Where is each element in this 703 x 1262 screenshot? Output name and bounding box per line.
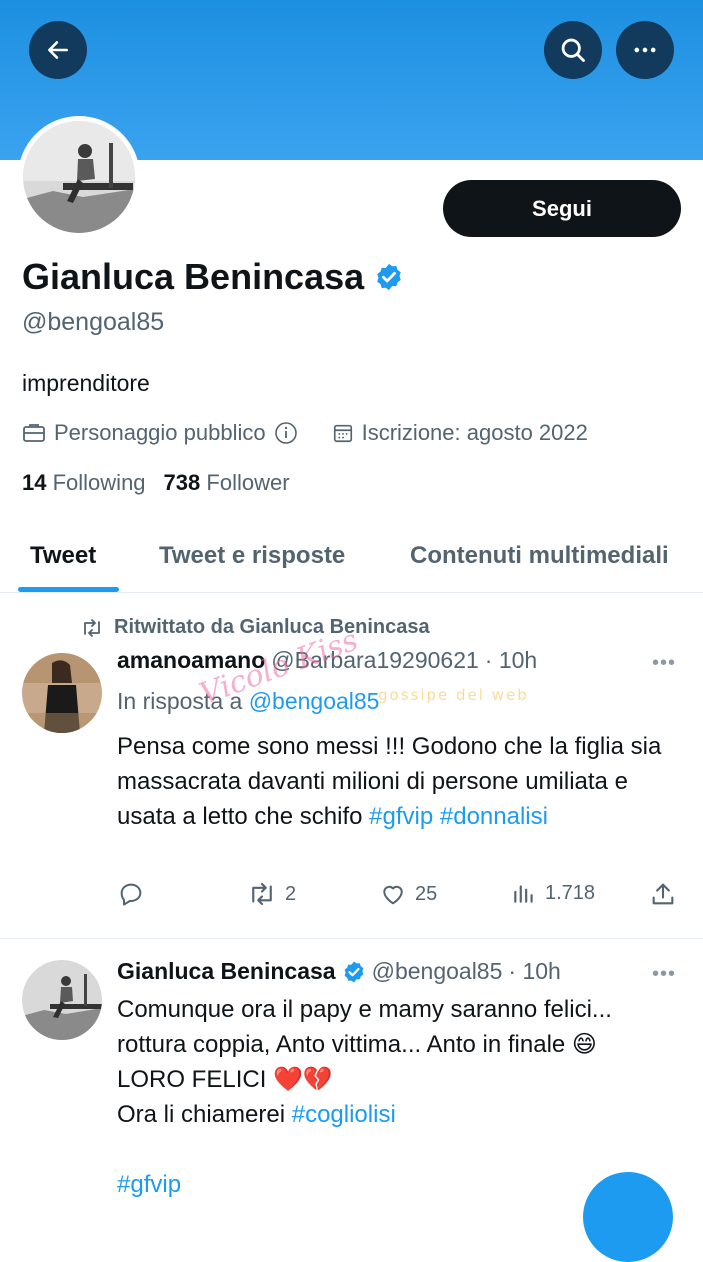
tweet-avatar[interactable] — [22, 960, 102, 1040]
profile-meta: Personaggio pubblico Iscrizione: agosto … — [22, 420, 588, 446]
profile-handle: @bengoal85 — [22, 308, 165, 336]
tweet-divider — [0, 938, 703, 939]
views-chart-icon — [514, 885, 533, 903]
hashtag-link[interactable]: #donnalisi — [440, 803, 548, 830]
tweet-avatar[interactable] — [22, 653, 102, 733]
retweet-indicator: Ritwittato da Gianluca Benincasa — [80, 616, 430, 639]
tweet-actions: 2 25 1.718 — [117, 880, 687, 916]
more-horizontal-icon — [634, 47, 656, 53]
watermark-tagline: gossipe del web — [378, 686, 529, 704]
tweet-text: Comunque ora il papy e mamy saranno feli… — [117, 992, 687, 1202]
arrow-left-icon — [48, 41, 68, 59]
following-label: Following — [52, 470, 146, 495]
hashtag-link[interactable]: #gfvip — [369, 803, 433, 830]
tweet-time[interactable]: · 10h — [508, 958, 560, 985]
retweet-button[interactable]: 2 — [247, 880, 296, 908]
retweet-icon — [252, 882, 272, 906]
profile-avatar[interactable] — [18, 116, 140, 238]
like-count: 25 — [415, 882, 438, 905]
profile-counts: 14 Following 738 Follower — [22, 470, 290, 496]
follow-button[interactable]: Segui — [443, 180, 681, 237]
tweet-line: rottura coppia, Anto vittima... Anto in … — [117, 1031, 597, 1058]
heart-icon — [383, 885, 403, 905]
profile-joined: Iscrizione: agosto 2022 — [361, 420, 588, 445]
tab-contenuti-multimediali[interactable]: Contenuti multimediali — [410, 520, 669, 592]
back-button[interactable] — [29, 21, 87, 79]
search-icon — [561, 38, 585, 62]
tab-active-indicator — [18, 587, 119, 592]
calendar-icon — [333, 424, 352, 443]
reply-icon — [120, 883, 142, 906]
tweet-author-name[interactable]: Gianluca Benincasa — [117, 958, 336, 985]
tweet-author-handle[interactable]: @bengoal85 — [372, 958, 503, 985]
verified-badge-icon — [377, 263, 401, 291]
reply-button[interactable] — [117, 880, 145, 908]
tweet-time[interactable]: · 10h — [485, 647, 537, 674]
info-icon[interactable] — [274, 421, 298, 445]
tweet-more-icon[interactable]: ••• — [652, 963, 676, 986]
like-button[interactable]: 25 — [379, 880, 437, 908]
hashtag-link[interactable]: #cogliolisi — [292, 1101, 396, 1128]
follower-link[interactable]: 738 Follower — [164, 470, 290, 496]
tweet-more-icon[interactable]: ••• — [652, 652, 676, 675]
profile-category: Personaggio pubblico — [54, 420, 266, 445]
profile-name: Gianluca Benincasa — [22, 256, 365, 297]
views-button[interactable]: 1.718 — [511, 880, 595, 906]
share-button[interactable] — [649, 880, 677, 908]
following-link[interactable]: 14 Following — [22, 470, 146, 496]
retweet-label: Ritwittato da Gianluca Benincasa — [114, 616, 430, 638]
following-count: 14 — [22, 470, 47, 495]
tab-tweet-e-risposte[interactable]: Tweet e risposte — [159, 520, 345, 592]
retweet-icon — [84, 618, 100, 637]
tweet-line-prefix: Ora li chiamerei — [117, 1101, 286, 1128]
profile-name-row: Gianluca Benincasa — [22, 256, 404, 298]
more-button[interactable] — [616, 21, 674, 79]
tweet-text: Pensa come sono messi !!! Godono che la … — [117, 729, 687, 834]
profile-bio: imprenditore — [22, 370, 150, 396]
tweet-header: Gianluca Benincasa @bengoal85 · 10h — [117, 958, 561, 985]
search-button[interactable] — [544, 21, 602, 79]
verified-badge-icon — [344, 961, 363, 982]
retweet-count: 2 — [285, 882, 297, 905]
briefcase-icon — [23, 424, 45, 442]
share-icon — [652, 883, 674, 905]
follower-label: Follower — [206, 470, 290, 495]
reply-to-link[interactable]: @bengoal85 — [249, 688, 380, 714]
follower-count: 738 — [163, 470, 201, 495]
tweet-line: Ora li chiamerei #cogliolisi — [117, 1097, 687, 1132]
tweet-line: Comunque ora il papy e mamy saranno feli… — [117, 996, 612, 1023]
profile-tabs: Tweet Tweet e risposte Contenuti multime… — [0, 520, 703, 593]
tweet-line: LORO FELICI ❤️💔 — [117, 1066, 333, 1093]
tab-tweet[interactable]: Tweet — [30, 520, 96, 592]
views-count: 1.718 — [545, 881, 596, 904]
compose-tweet-button[interactable] — [583, 1172, 673, 1262]
